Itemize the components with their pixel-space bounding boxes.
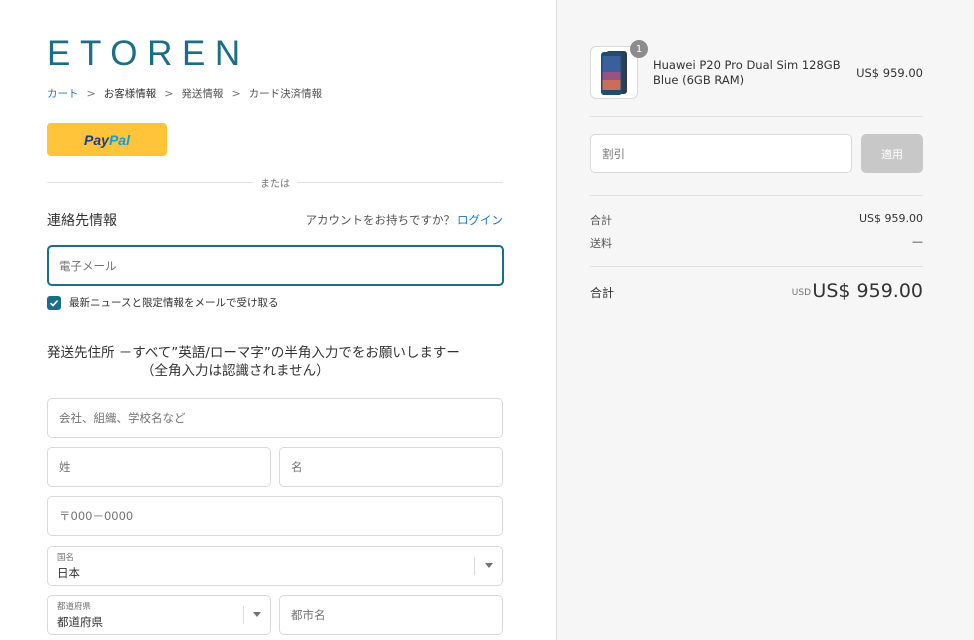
prefecture-value: 都道府県 [57, 615, 103, 629]
summary-divider [590, 266, 923, 267]
country-select[interactable]: 国名 日本 [47, 546, 503, 586]
total-value: US$ 959.00 [812, 280, 923, 302]
postal-code-field[interactable] [47, 496, 503, 536]
login-link[interactable]: ログイン [457, 213, 503, 227]
summary-divider [590, 195, 923, 196]
apply-discount-button[interactable]: 適用 [861, 134, 923, 173]
total-currency: USD [791, 288, 811, 298]
paypal-button[interactable]: Pay Pal [47, 123, 167, 156]
subtotal-label: 合計 [590, 214, 612, 227]
breadcrumb-shipping: 発送情報 [181, 88, 224, 100]
prefecture-label: 都道府県 [57, 602, 92, 612]
subtotal-value: US$ 959.00 [858, 212, 923, 225]
breadcrumb-separator-icon: > [86, 87, 96, 100]
phone-image-icon [601, 50, 627, 95]
breadcrumb-cart[interactable]: カート [47, 86, 79, 101]
shipping-cost-value: — [912, 235, 923, 248]
divider-line [297, 182, 503, 183]
postal-code-input[interactable] [48, 497, 502, 535]
company-input[interactable] [48, 399, 502, 437]
breadcrumb-payment: カード決済情報 [248, 88, 323, 100]
last-name-input[interactable] [48, 448, 270, 486]
quantity-badge: 1 [630, 40, 648, 58]
country-label: 国名 [57, 553, 75, 563]
checkout-main: ETOREN カート > お客様情報 > 発送情報 > カード決済情報 Pay P… [0, 0, 556, 640]
breadcrumb-separator-icon: > [164, 87, 174, 100]
select-divider [243, 606, 244, 624]
country-value: 日本 [57, 566, 80, 580]
company-field[interactable] [47, 398, 503, 438]
newsletter-option[interactable]: 最新ニュースと限定情報をメールで受け取る [47, 295, 278, 310]
shipping-title-line1: 発送先住所 －すべて”英語/ローマ字”の半角入力でをお願いしますー [47, 345, 460, 361]
account-prompt-text: アカウントをお持ちですか？ [305, 213, 456, 227]
city-input[interactable] [280, 596, 502, 634]
breadcrumb-customer-info: お客様情報 [103, 88, 157, 100]
prefecture-select[interactable]: 都道府県 都道府県 [47, 595, 271, 635]
last-name-field[interactable] [47, 447, 271, 487]
account-prompt: アカウントをお持ちですか？ ログイン [306, 212, 504, 228]
shipping-title-line2: （全角入力は認識されません） [141, 363, 330, 379]
product-price: US$ 959.00 [856, 66, 923, 80]
paypal-logo-pay: Pay [84, 131, 109, 148]
select-divider [474, 557, 475, 575]
city-field[interactable] [279, 595, 503, 635]
chevron-down-icon [253, 612, 261, 617]
breadcrumb-separator-icon: > [231, 87, 241, 100]
breadcrumb: カート > お客様情報 > 発送情報 > カード決済情報 [47, 86, 322, 101]
newsletter-checkbox[interactable] [47, 295, 61, 310]
email-input[interactable] [49, 247, 502, 284]
newsletter-label: 最新ニュースと限定情報をメールで受け取る [69, 297, 279, 309]
summary-divider [590, 116, 923, 117]
shipping-section-title: 発送先住所 －すべて”英語/ローマ字”の半角入力でをお願いしますー （全角入力は… [47, 344, 460, 380]
discount-input[interactable] [591, 135, 851, 172]
paypal-logo-pal: Pal [108, 131, 130, 148]
first-name-field[interactable] [279, 447, 503, 487]
shipping-cost-label: 送料 [590, 237, 612, 250]
chevron-down-icon [485, 563, 493, 568]
etoren-logo[interactable]: ETOREN [47, 36, 250, 71]
contact-section-title: 連絡先情報 [47, 213, 117, 229]
discount-field[interactable] [590, 134, 852, 173]
or-divider: または [47, 175, 503, 190]
total-label: 合計 [590, 286, 615, 300]
product-name: Huawei P20 Pro Dual Sim 128GB Blue (6GB … [653, 58, 841, 87]
first-name-input[interactable] [280, 448, 502, 486]
checkmark-icon [49, 299, 59, 307]
email-field[interactable] [47, 245, 504, 286]
